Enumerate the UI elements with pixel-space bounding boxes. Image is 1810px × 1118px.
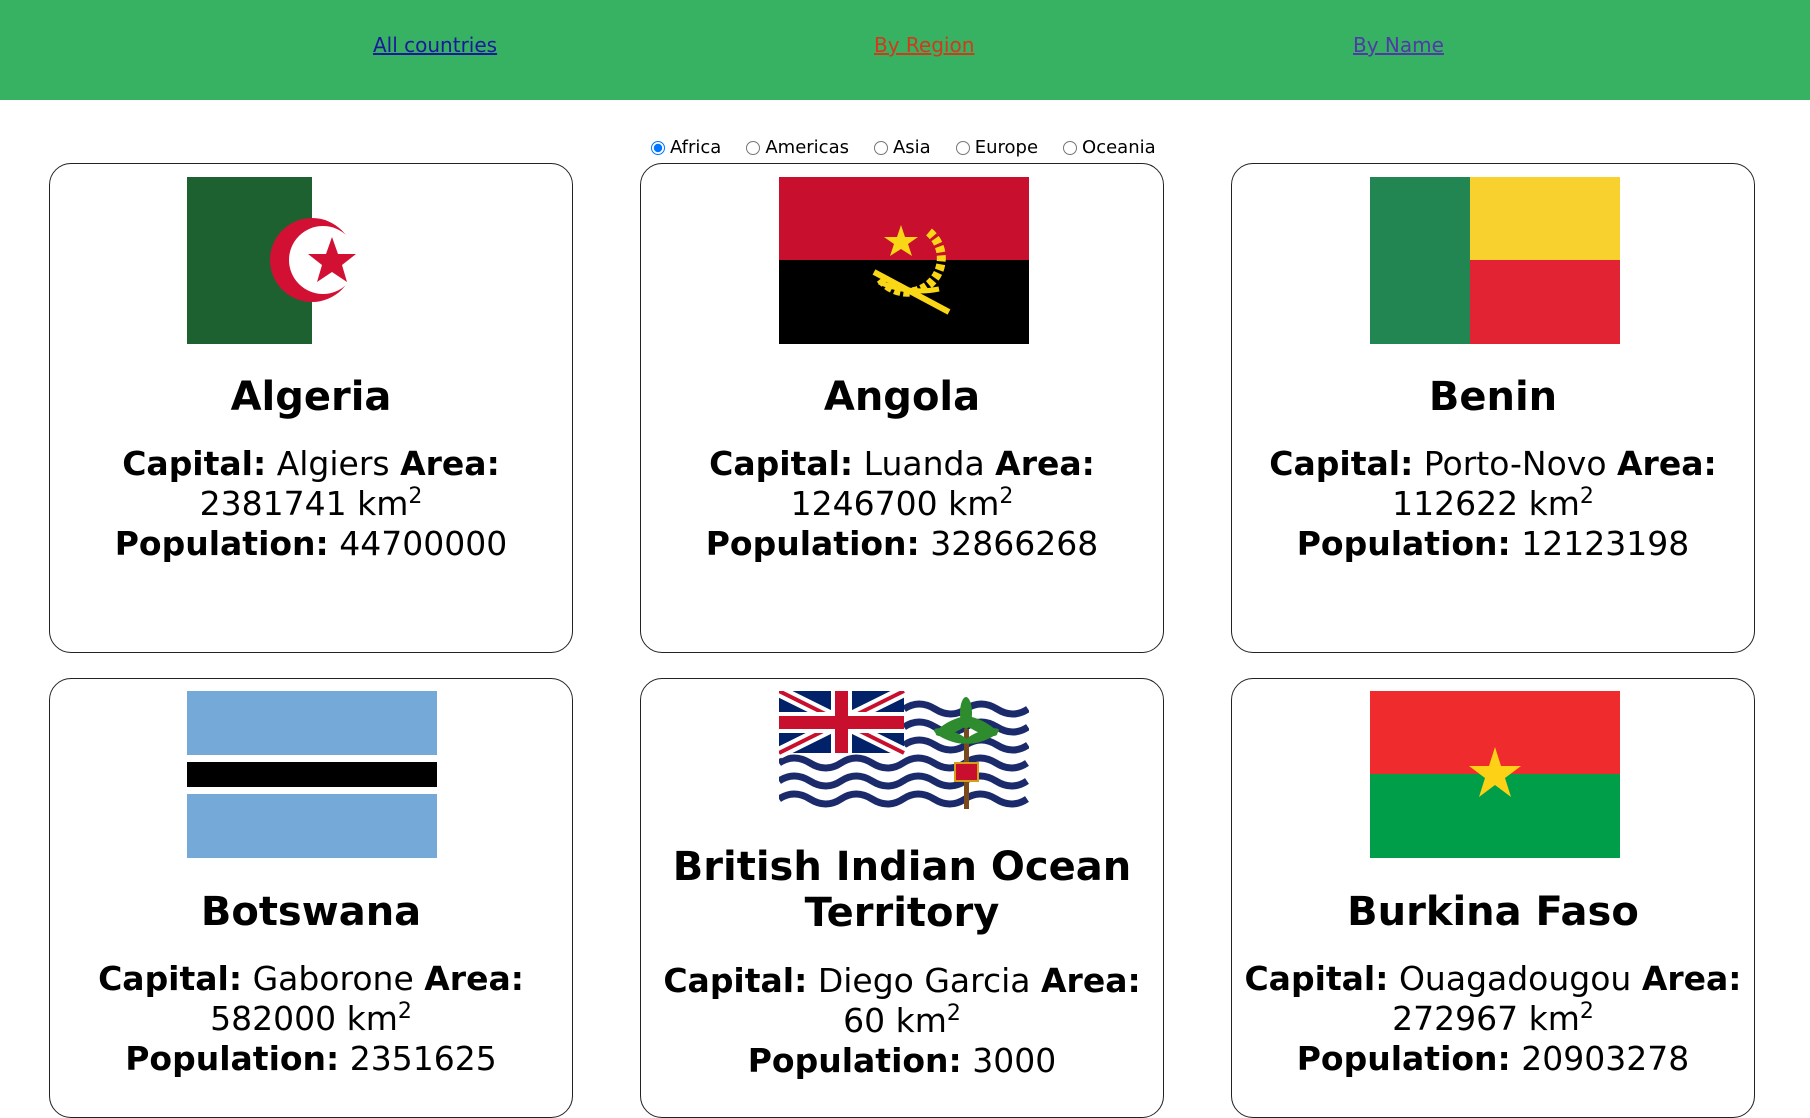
top-nav: All countries By Region By Name: [0, 0, 1810, 100]
country-name: Burkina Faso: [1347, 889, 1639, 935]
area-unit: km: [895, 1001, 947, 1040]
country-name: Algeria: [230, 374, 392, 420]
population-label: Population:: [1296, 1039, 1511, 1078]
flag-botswana: [187, 691, 437, 858]
region-option-africa[interactable]: Africa: [646, 137, 721, 158]
capital-label: Capital:: [1244, 959, 1389, 998]
region-radio-americas[interactable]: [746, 140, 761, 155]
country-info: Capital: Luanda Area: 1246700 km2 Popula…: [651, 444, 1153, 564]
country-card: British Indian Ocean Territory Capital: …: [640, 678, 1164, 1118]
area-value: 1246700: [790, 484, 938, 523]
area-unit-sup: 2: [408, 484, 423, 509]
area-unit: km: [1528, 484, 1580, 523]
capital-value: Gaborone: [252, 959, 414, 998]
country-info: Capital: Diego Garcia Area: 60 km2 Popul…: [651, 961, 1153, 1081]
area-unit: km: [346, 999, 398, 1038]
country-name: Angola: [823, 374, 981, 420]
area-unit: km: [1528, 999, 1580, 1038]
area-value: 582000: [210, 999, 337, 1038]
area-unit-sup: 2: [1579, 999, 1594, 1024]
country-name: Benin: [1428, 374, 1558, 420]
area-value: 2381741: [199, 484, 347, 523]
nav-by-name-link[interactable]: By Name: [1353, 33, 1444, 57]
capital-value: Ouagadougou: [1398, 959, 1632, 998]
region-radio-europe[interactable]: [955, 140, 970, 155]
region-radio-africa[interactable]: [651, 140, 665, 155]
population-value: 12123198: [1521, 524, 1690, 563]
capital-label: Capital:: [663, 961, 808, 1000]
country-card: Burkina Faso Capital: Ouagadougou Area: …: [1231, 678, 1755, 1118]
capital-value: Diego Garcia: [817, 961, 1031, 1000]
area-unit: km: [948, 484, 1000, 523]
area-value: 272967: [1392, 999, 1519, 1038]
region-filter: Africa Americas Asia Europe Oceania: [646, 137, 1176, 158]
region-label: Americas: [765, 137, 849, 158]
capital-value: Luanda: [863, 444, 985, 483]
population-value: 32866268: [930, 524, 1099, 563]
flag-angola: [779, 177, 1029, 344]
population-label: Population:: [747, 1041, 962, 1080]
area-unit-sup: 2: [397, 999, 412, 1024]
population-value: 20903278: [1521, 1039, 1690, 1078]
capital-label: Capital:: [98, 959, 243, 998]
country-card: Benin Capital: Porto-Novo Area: 112622 k…: [1231, 163, 1755, 653]
country-card: Botswana Capital: Gaborone Area: 582000 …: [49, 678, 573, 1118]
area-unit-sup: 2: [999, 484, 1014, 509]
flag-benin: [1370, 177, 1620, 344]
population-label: Population:: [114, 524, 329, 563]
area-label: Area:: [1041, 961, 1141, 1000]
area-value: 60: [843, 1001, 886, 1040]
country-name: British Indian Ocean Territory: [672, 844, 1132, 936]
population-label: Population:: [705, 524, 920, 563]
capital-value: Algiers: [276, 444, 390, 483]
region-label: Europe: [974, 137, 1039, 158]
region-label: Africa: [670, 137, 722, 158]
country-card: Angola Capital: Luanda Area: 1246700 km2…: [640, 163, 1164, 653]
area-unit-sup: 2: [946, 1001, 961, 1026]
country-info: Capital: Ouagadougou Area: 272967 km2 Po…: [1242, 959, 1744, 1079]
region-label: Asia: [892, 137, 931, 158]
flag-british-indian-ocean-territory: [779, 691, 1029, 816]
country-info: Capital: Gaborone Area: 582000 km2 Popul…: [60, 959, 562, 1079]
capital-value: Porto-Novo: [1423, 444, 1607, 483]
area-value: 112622: [1392, 484, 1519, 523]
area-label: Area:: [1641, 959, 1742, 998]
country-card: Algeria Capital: Algiers Area: 2381741 k…: [49, 163, 573, 653]
region-label: Oceania: [1082, 137, 1156, 158]
country-name: Botswana: [200, 889, 422, 935]
population-value: 44700000: [339, 524, 508, 563]
population-value: 2351625: [349, 1039, 497, 1078]
area-label: Area:: [1617, 444, 1717, 483]
area-label: Area:: [995, 444, 1095, 483]
region-radio-oceania[interactable]: [1063, 140, 1078, 155]
capital-label: Capital:: [1269, 444, 1414, 483]
capital-label: Capital:: [709, 444, 854, 483]
population-label: Population:: [1296, 524, 1511, 563]
region-option-europe[interactable]: Europe: [951, 137, 1038, 158]
region-option-americas[interactable]: Americas: [741, 137, 849, 158]
country-info: Capital: Algiers Area: 2381741 km2 Popul…: [60, 444, 562, 564]
flag-algeria: [187, 177, 437, 344]
nav-all-countries-link[interactable]: All countries: [373, 33, 497, 57]
area-label: Area:: [424, 959, 524, 998]
area-unit-sup: 2: [1579, 484, 1594, 509]
region-option-oceania[interactable]: Oceania: [1058, 137, 1156, 158]
country-info: Capital: Porto-Novo Area: 112622 km2 Pop…: [1242, 444, 1744, 564]
region-option-asia[interactable]: Asia: [869, 137, 931, 158]
flag-burkina-faso: [1370, 691, 1620, 858]
population-label: Population:: [125, 1039, 340, 1078]
region-radio-asia[interactable]: [873, 140, 888, 155]
area-label: Area:: [400, 444, 500, 483]
capital-label: Capital:: [122, 444, 267, 483]
nav-by-region-link[interactable]: By Region: [874, 33, 974, 57]
area-unit: km: [357, 484, 409, 523]
population-value: 3000: [972, 1041, 1057, 1080]
